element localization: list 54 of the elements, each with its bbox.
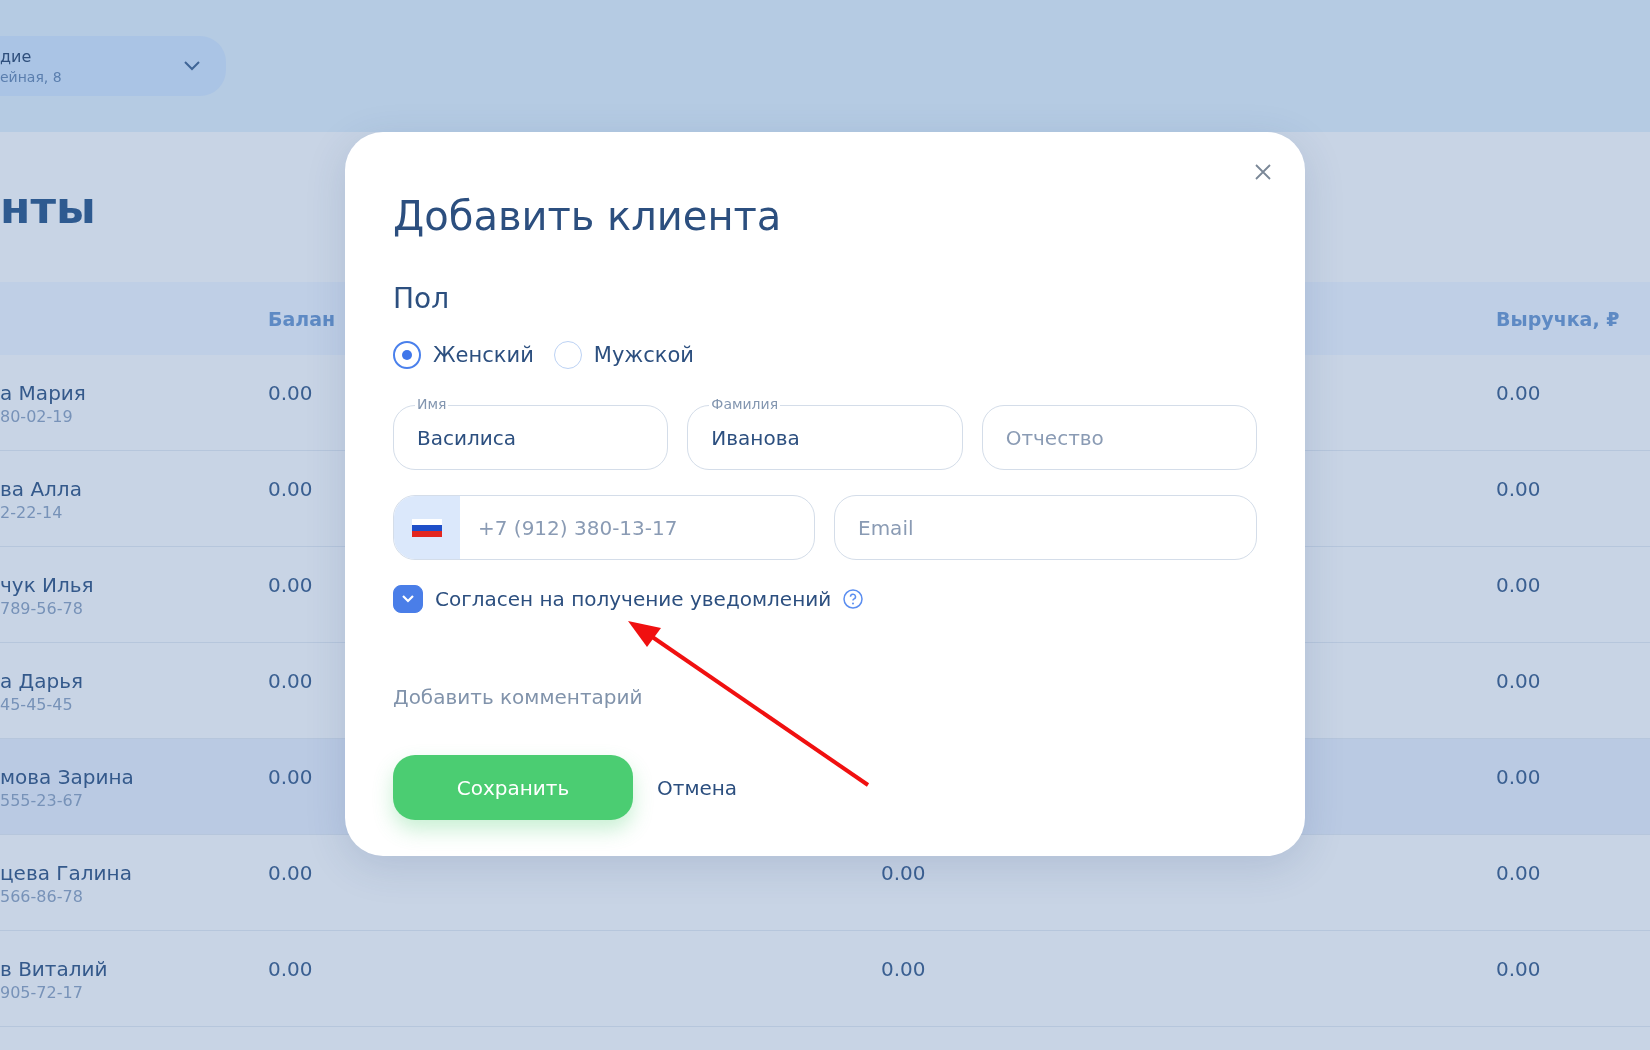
location-picker[interactable]: дие ейная, 8 [0,36,226,96]
client-phone: 905-72-17 [0,983,83,1002]
table-cell: 0.00 [268,573,313,597]
cancel-button[interactable]: Отмена [657,775,738,800]
checkbox[interactable] [393,585,423,613]
client-phone: 566-86-78 [0,887,83,906]
field-label: Фамилия [709,396,781,412]
location-address: ейная, 8 [0,69,62,85]
client-phone: 45-45-45 [0,695,73,714]
table-cell: 0.00 [1496,957,1541,981]
table-cell: 0.00 [268,765,313,789]
text-field[interactable]: Отчество [981,405,1257,470]
table-row[interactable]: в Виталий 905-72-17 0.00 0.00 0.00 [0,931,1650,1027]
table-cell: 0.00 [1496,861,1541,885]
table-cell: 0.00 [881,957,926,981]
table-cell: 0.00 [1496,477,1541,501]
column-header: Балан [268,307,336,330]
gender-label: Пол [393,282,451,315]
table-cell: 0.00 [1496,765,1541,789]
client-phone: 2-22-14 [0,503,63,522]
client-name: а Дарья [0,669,83,693]
table-cell: 0.00 [1496,669,1541,693]
client-name: ва Алла [0,477,82,501]
client-name: чук Илья [0,573,94,597]
client-name: мова Зарина [0,765,134,789]
field-label: Имя [415,396,449,412]
column-header: Выручка, ₽ [1496,307,1620,330]
chevron-down-icon [184,61,200,71]
table-cell: 0.00 [268,381,313,405]
dialog-title: Добавить клиента [393,192,783,240]
table-cell: 0.00 [268,861,313,885]
gender-radio[interactable]: Женский [393,341,534,369]
flag-icon [412,518,442,537]
location-name: дие [0,47,33,66]
phone-input[interactable]: +7 (912) 380-13-17 [460,496,814,559]
email-field[interactable]: Email [834,495,1257,560]
table-cell: 0.00 [268,957,313,981]
client-phone: 80-02-19 [0,407,73,426]
help-icon[interactable] [843,589,864,609]
table-cell: 0.00 [881,861,926,885]
check-icon [401,594,415,604]
table-cell: 0.00 [268,669,313,693]
gender-radio[interactable]: Мужской [553,341,694,369]
client-name: цева Галина [0,861,132,885]
phone-field[interactable]: +7 (912) 380-13-17 [393,495,815,560]
table-cell: 0.00 [1496,381,1541,405]
table-cell: 0.00 [1496,573,1541,597]
client-name: в Виталий [0,957,108,981]
client-phone: 555-23-67 [0,791,83,810]
consent-label: Согласен на получение уведомлений [435,587,832,611]
table-cell: 0.00 [268,477,313,501]
client-phone: 789-56-78 [0,599,83,618]
page-title: нты [0,181,96,233]
client-name: а Мария [0,381,86,405]
